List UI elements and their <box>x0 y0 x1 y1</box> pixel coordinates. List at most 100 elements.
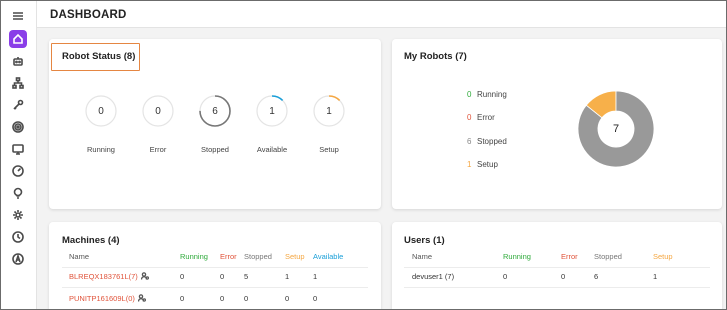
status-ring-running[interactable]: 0 <box>84 94 118 128</box>
cell-text: 0 <box>220 294 225 303</box>
status-ring-error[interactable]: 0 <box>141 94 175 128</box>
user-settings-icon[interactable] <box>137 294 146 304</box>
legend-label: Running <box>477 90 507 99</box>
legend-count: 6 <box>467 137 472 146</box>
robot-icon[interactable] <box>9 52 27 70</box>
row-running: 0 <box>180 294 184 303</box>
row-running: 0 <box>180 272 184 281</box>
row-name[interactable]: PUNITP161609L(0) <box>69 294 146 304</box>
home-icon[interactable] <box>9 30 27 48</box>
row-running: 0 <box>503 272 507 281</box>
row-setup: 1 <box>285 272 289 281</box>
row-divider <box>62 287 368 288</box>
row-setup: 1 <box>653 272 657 281</box>
cell-text: 5 <box>244 272 249 281</box>
lightbulb-icon[interactable] <box>9 184 27 202</box>
cell-text: BLREQX183761L(7) <box>69 272 138 281</box>
row-name: devuser1 (7) <box>412 272 454 281</box>
cell-text: PUNITP161609L(0) <box>69 294 135 303</box>
column-header-name: Name <box>69 252 90 261</box>
status-count: 6 <box>212 105 218 117</box>
legend-label: Stopped <box>477 137 507 146</box>
hierarchy-icon[interactable] <box>9 74 27 92</box>
row-name[interactable]: BLREQX183761L(7) <box>69 272 149 282</box>
column-header-name: Name <box>412 252 433 261</box>
row-divider <box>404 267 710 268</box>
row-divider <box>62 267 368 268</box>
row-error: 0 <box>561 272 565 281</box>
column-header-error: Error <box>220 252 237 261</box>
legend-item-setup: 1 Setup <box>467 160 498 169</box>
accessibility-icon[interactable] <box>9 250 27 268</box>
gear-icon[interactable] <box>9 206 27 224</box>
my-robots-title: My Robots (7) <box>404 51 467 62</box>
status-label: Available <box>256 145 288 154</box>
row-divider <box>404 287 710 288</box>
legend-item-stopped: 6 Stopped <box>467 137 507 146</box>
row-stopped: 5 <box>244 272 248 281</box>
status-count: 0 <box>98 105 104 117</box>
machines-title: Machines (4) <box>62 235 120 246</box>
cell-text: 6 <box>594 272 599 281</box>
dashboard-window: DASHBOARD Robot Status (8) 0 Running 0 Erro… <box>0 0 727 310</box>
column-header-stopped: Stopped <box>244 252 272 261</box>
status-label: Running <box>87 145 115 154</box>
status-label: Error <box>149 145 167 154</box>
status-ring-available[interactable]: 1 <box>255 94 289 128</box>
column-header-available: Available <box>313 252 344 261</box>
legend-label: Error <box>477 113 495 122</box>
target-icon[interactable] <box>9 118 27 136</box>
status-label: Setup <box>319 145 339 154</box>
cell-text: 1 <box>313 272 318 281</box>
cell-text: 0 <box>180 272 185 281</box>
status-ring-stopped[interactable]: 6 <box>198 94 232 128</box>
cell-text: 1 <box>653 272 658 281</box>
row-stopped: 6 <box>594 272 598 281</box>
legend-count: 0 <box>467 113 472 122</box>
cell-text: 0 <box>244 294 249 303</box>
menu-icon[interactable] <box>9 7 27 25</box>
row-setup: 0 <box>285 294 289 303</box>
status-count: 1 <box>269 105 275 117</box>
status-ring-setup[interactable]: 1 <box>312 94 346 128</box>
cell-text: 1 <box>285 272 290 281</box>
cell-text: 0 <box>503 272 508 281</box>
column-header-error: Error <box>561 252 578 261</box>
status-label: Stopped <box>201 145 229 154</box>
column-header-running: Running <box>180 252 208 261</box>
row-error: 0 <box>220 294 224 303</box>
cell-text: 0 <box>313 294 318 303</box>
donut-total: 7 <box>612 123 620 135</box>
row-error: 0 <box>220 272 224 281</box>
column-header-setup: Setup <box>653 252 673 261</box>
status-count: 1 <box>326 105 332 117</box>
cell-text: devuser1 (7) <box>412 272 455 281</box>
cell-text: 0 <box>285 294 290 303</box>
page-title: DASHBOARD <box>50 9 127 21</box>
cell-text: 0 <box>180 294 185 303</box>
users-title: Users (1) <box>404 235 445 246</box>
legend-item-error: 0 Error <box>467 113 495 122</box>
robots-donut-chart: 7 <box>577 90 655 168</box>
robot-status-highlight <box>51 43 140 71</box>
gauge-icon[interactable] <box>9 162 27 180</box>
cell-text: 0 <box>220 272 225 281</box>
sidebar <box>1 1 37 309</box>
monitor-icon[interactable] <box>9 140 27 158</box>
key-icon[interactable] <box>9 96 27 114</box>
row-stopped: 0 <box>244 294 248 303</box>
page-header: DASHBOARD <box>37 1 726 28</box>
clock-icon[interactable] <box>9 228 27 246</box>
my-robots-card <box>392 39 722 209</box>
status-count: 0 <box>155 105 161 117</box>
legend-label: Setup <box>477 160 498 169</box>
legend-item-running: 0 Running <box>467 90 507 99</box>
column-header-stopped: Stopped <box>594 252 622 261</box>
cell-text: 0 <box>561 272 566 281</box>
row-available: 1 <box>313 272 317 281</box>
row-available: 0 <box>313 294 317 303</box>
user-settings-icon[interactable] <box>140 272 149 282</box>
column-header-running: Running <box>503 252 531 261</box>
legend-count: 0 <box>467 90 472 99</box>
column-header-setup: Setup <box>285 252 305 261</box>
